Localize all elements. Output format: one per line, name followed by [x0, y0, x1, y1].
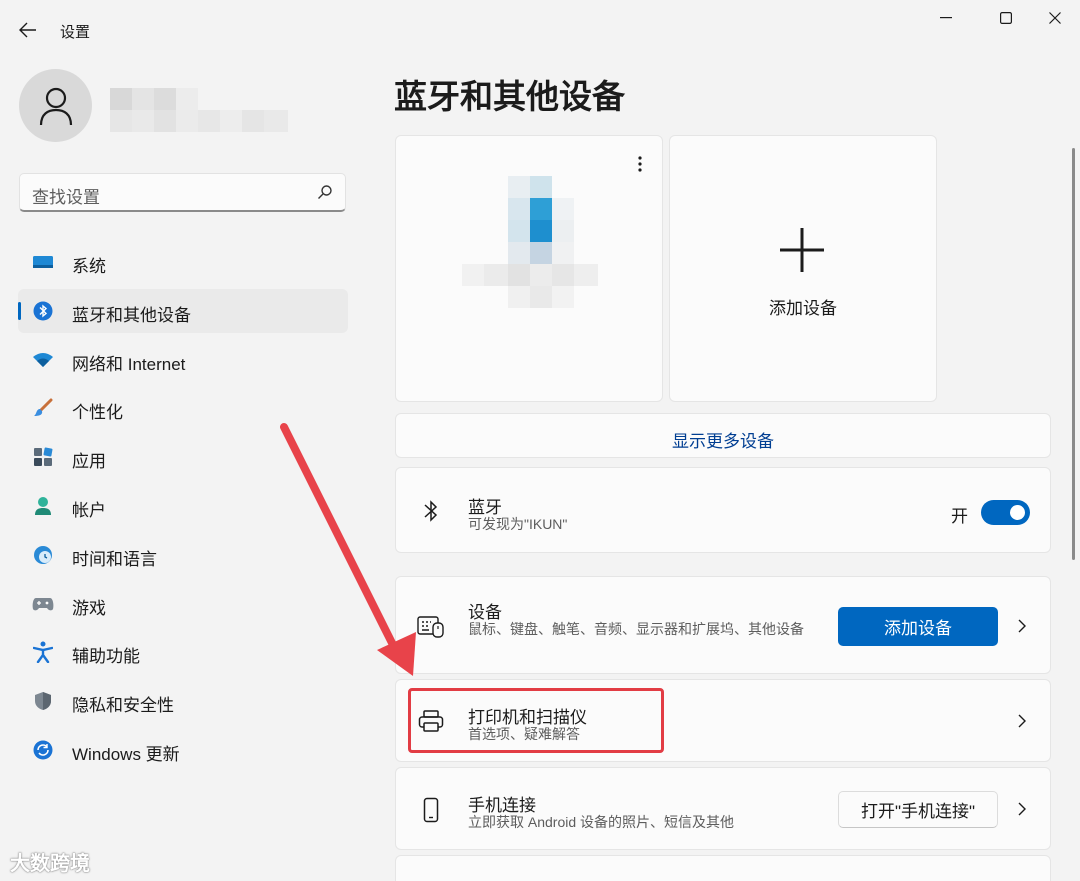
- plus-icon: [780, 228, 824, 272]
- add-device-button[interactable]: 添加设备: [838, 607, 998, 646]
- minimize-button[interactable]: [923, 8, 969, 28]
- accessibility-icon: [32, 641, 54, 664]
- sidebar-item-label: Windows 更新: [72, 744, 180, 764]
- sidebar-item-network[interactable]: 网络和 Internet: [18, 338, 348, 382]
- close-icon: [1049, 12, 1061, 24]
- devices-subtitle: 鼠标、键盘、触笔、音频、显示器和扩展坞、其他设备: [468, 621, 804, 637]
- bluetooth-toggle[interactable]: [981, 500, 1030, 525]
- wifi-icon: [32, 349, 54, 371]
- watermark: 大数跨境: [10, 853, 90, 875]
- sidebar-item-label: 帐户: [72, 500, 106, 520]
- search-input[interactable]: 查找设置: [19, 173, 346, 212]
- partially-visible-row[interactable]: [395, 855, 1051, 881]
- show-more-devices-label: 显示更多设备: [672, 432, 774, 451]
- maximize-button[interactable]: [983, 8, 1029, 28]
- display-icon: [32, 251, 54, 273]
- title-bar: 设置: [0, 0, 1080, 60]
- bluetooth-icon: [416, 496, 446, 526]
- bluetooth-row: 蓝牙 可发现为"IKUN" 开: [395, 467, 1051, 553]
- page-title: 蓝牙和其他设备: [394, 78, 625, 115]
- user-icon: [39, 87, 72, 125]
- sidebar-item-time-language[interactable]: 时间和语言: [18, 533, 348, 577]
- close-button[interactable]: [1032, 8, 1078, 28]
- more-options-icon[interactable]: [638, 156, 642, 172]
- avatar[interactable]: [19, 69, 92, 142]
- search-placeholder: 查找设置: [32, 188, 100, 207]
- sidebar-item-label: 个性化: [72, 403, 123, 423]
- shield-icon: [32, 690, 54, 712]
- sidebar-item-accessibility[interactable]: 辅助功能: [18, 630, 348, 674]
- minimize-icon: [940, 17, 952, 19]
- sidebar-nav: 系统 蓝牙和其他设备 网络和 Internet 个性化 应用 帐户 时间和语言 …: [18, 240, 348, 777]
- paired-device-tile[interactable]: [395, 135, 663, 402]
- sidebar-item-label: 辅助功能: [72, 647, 140, 667]
- sidebar-item-label: 时间和语言: [72, 549, 157, 569]
- toggle-knob: [1010, 505, 1025, 520]
- gamepad-icon: [32, 593, 54, 615]
- sidebar-item-privacy[interactable]: 隐私和安全性: [18, 679, 348, 723]
- user-info-blurred: [110, 88, 288, 132]
- sidebar-item-personalization[interactable]: 个性化: [18, 386, 348, 430]
- bluetooth-icon: [32, 300, 54, 322]
- add-device-tile-label: 添加设备: [769, 299, 837, 318]
- show-more-devices-button[interactable]: 显示更多设备: [395, 413, 1051, 458]
- keyboard-mouse-icon: [416, 611, 446, 641]
- sidebar-item-bluetooth[interactable]: 蓝牙和其他设备: [18, 288, 348, 333]
- add-device-tile[interactable]: 添加设备: [669, 135, 937, 402]
- sidebar-item-windows-update[interactable]: Windows 更新: [18, 728, 348, 772]
- sidebar-item-apps[interactable]: 应用: [18, 435, 348, 479]
- chevron-right-icon[interactable]: [1016, 713, 1028, 729]
- search-icon[interactable]: [317, 184, 333, 200]
- sidebar-item-label: 网络和 Internet: [72, 354, 186, 374]
- sidebar-item-system[interactable]: 系统: [18, 240, 348, 284]
- sidebar-item-label: 系统: [72, 257, 106, 276]
- bluetooth-subtitle: 可发现为"IKUN": [468, 516, 568, 532]
- window-title: 设置: [60, 24, 91, 41]
- scrollbar-thumb[interactable]: [1072, 148, 1075, 560]
- account-icon: [32, 495, 54, 517]
- device-image-blurred: [462, 176, 598, 308]
- update-icon: [32, 739, 54, 761]
- back-arrow-icon: [19, 22, 36, 38]
- brush-icon: [32, 397, 54, 419]
- back-button[interactable]: [14, 18, 42, 42]
- sidebar-item-label: 隐私和安全性: [72, 696, 174, 716]
- sidebar-item-accounts[interactable]: 帐户: [18, 484, 348, 528]
- sidebar-item-label: 应用: [72, 452, 106, 472]
- chevron-right-icon[interactable]: [1016, 618, 1028, 634]
- annotation-highlight-box: [408, 688, 664, 753]
- open-phone-link-button[interactable]: 打开"手机连接": [838, 791, 998, 828]
- phone-link-row[interactable]: 手机连接 立即获取 Android 设备的照片、短信及其他 打开"手机连接": [395, 767, 1051, 850]
- sidebar-item-label: 游戏: [72, 598, 106, 618]
- maximize-icon: [1000, 12, 1012, 24]
- apps-icon: [32, 446, 54, 468]
- devices-row[interactable]: 设备 鼠标、键盘、触笔、音频、显示器和扩展坞、其他设备 添加设备: [395, 576, 1051, 674]
- sidebar-item-label: 蓝牙和其他设备: [72, 305, 191, 325]
- phone-icon: [416, 795, 446, 825]
- globe-clock-icon: [32, 544, 54, 566]
- phone-link-subtitle: 立即获取 Android 设备的照片、短信及其他: [468, 814, 735, 830]
- chevron-right-icon[interactable]: [1016, 801, 1028, 817]
- sidebar-item-gaming[interactable]: 游戏: [18, 582, 348, 626]
- bluetooth-toggle-label: 开: [951, 507, 968, 526]
